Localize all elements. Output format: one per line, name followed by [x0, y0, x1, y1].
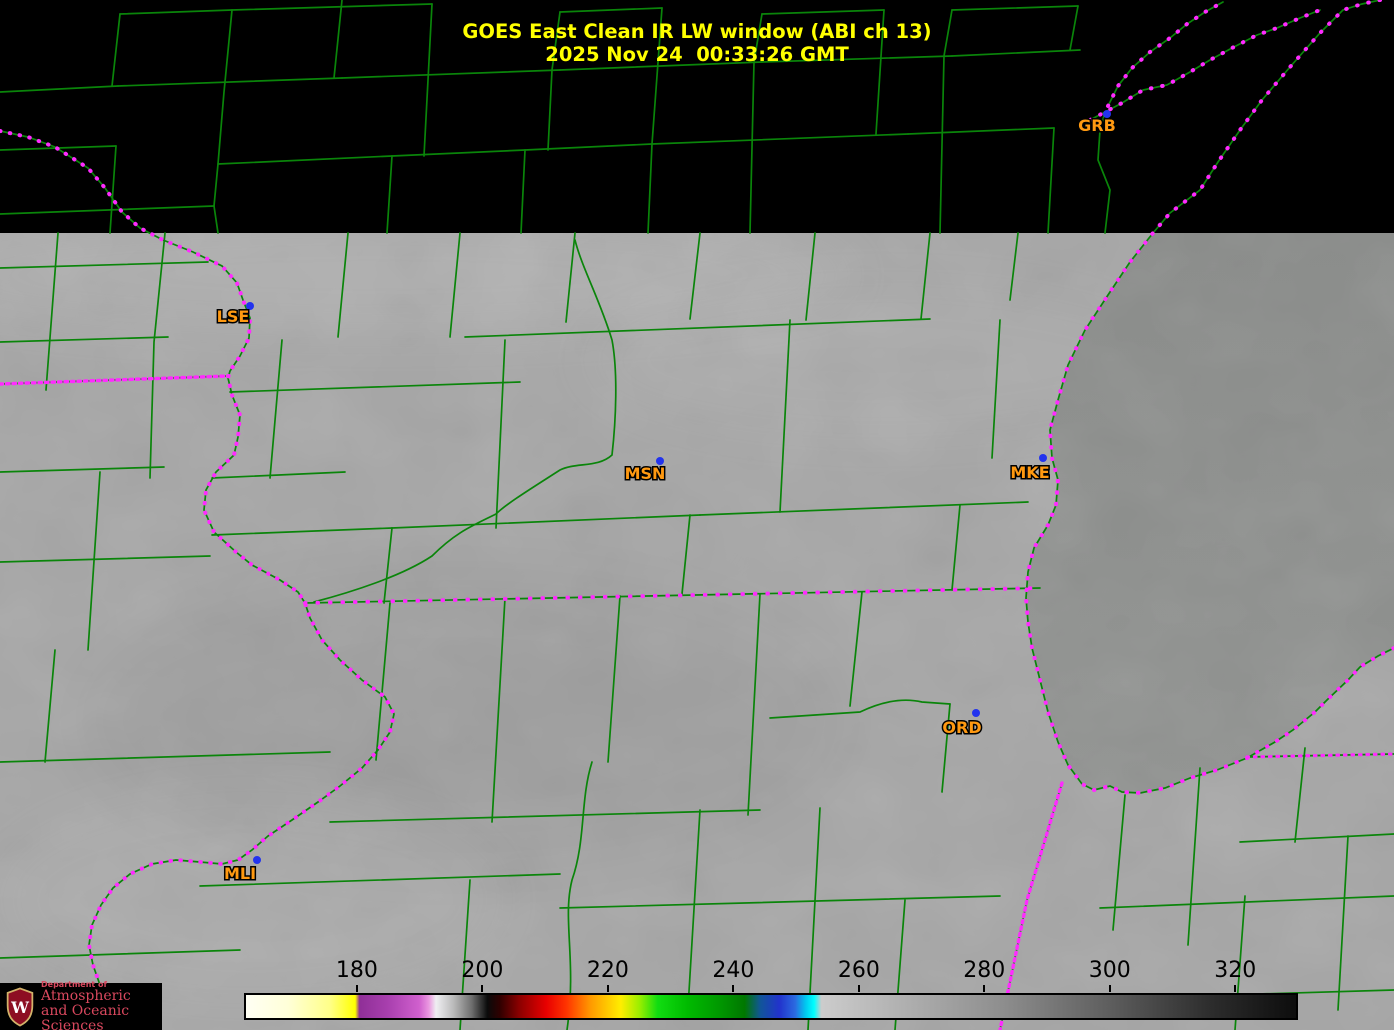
colorbar-tick-mark	[1108, 985, 1111, 992]
colorbar-tick-mark	[481, 985, 484, 992]
image-title: GOES East Clean IR LW window (ABI ch 13)…	[0, 20, 1394, 66]
goes-ir-satellite-viewer: GRB LSE MSN MKE ORD MLI GOES East Clean IR LW…	[0, 0, 1394, 1030]
colorbar-tick-mark	[606, 985, 609, 992]
colorbar-tick-label: 320	[1214, 958, 1257, 983]
colorbar-tick-label: 200	[461, 958, 504, 983]
colorbar-tick-mark	[732, 985, 735, 992]
colorbar-tick-label: 220	[586, 958, 629, 983]
colorbar-tick-mark	[1234, 985, 1237, 992]
colorbar-tick-mark	[355, 985, 358, 992]
colorbar-scale: 180 200 220 240 260 280 300 320	[244, 958, 1298, 992]
station-label-mli: MLI	[224, 864, 256, 883]
satellite-map-image: GRB LSE MSN MKE ORD MLI	[0, 0, 1394, 1030]
colorbar-tick-label: 260	[837, 958, 880, 983]
colorbar-tick-label: 280	[963, 958, 1006, 983]
station-label-mke: MKE	[1010, 463, 1049, 482]
logo-name-line-2: and Oceanic Sciences	[41, 1002, 130, 1030]
logo-name-line-1: Atmospheric	[41, 987, 131, 1004]
title-line-2: 2025 Nov 24 00:33:26 GMT	[545, 43, 849, 66]
colorbar-gradient	[244, 993, 1298, 1020]
colorbar-tick-mark	[983, 985, 986, 992]
uw-aos-logo: W Department of Atmospheric and Oceanic …	[0, 980, 162, 1030]
colorbar-tick-mark	[857, 985, 860, 992]
colorbar-tick-label: 300	[1088, 958, 1131, 983]
colorbar-tick-label: 180	[335, 958, 378, 983]
crest-letter: W	[10, 998, 30, 1017]
colorbar-tick-label: 240	[712, 958, 755, 983]
station-dot-mke	[1039, 454, 1047, 462]
station-label-lse: LSE	[217, 307, 250, 326]
ir-texture	[0, 233, 1394, 1030]
uw-crest-icon: W	[6, 987, 34, 1027]
station-label-ord: ORD	[942, 718, 981, 737]
station-label-grb: GRB	[1078, 116, 1116, 135]
station-dot-mli	[253, 856, 261, 864]
title-line-1: GOES East Clean IR LW window (ABI ch 13)	[462, 20, 932, 43]
station-label-msn: MSN	[625, 464, 666, 483]
station-dot-ord	[972, 709, 980, 717]
